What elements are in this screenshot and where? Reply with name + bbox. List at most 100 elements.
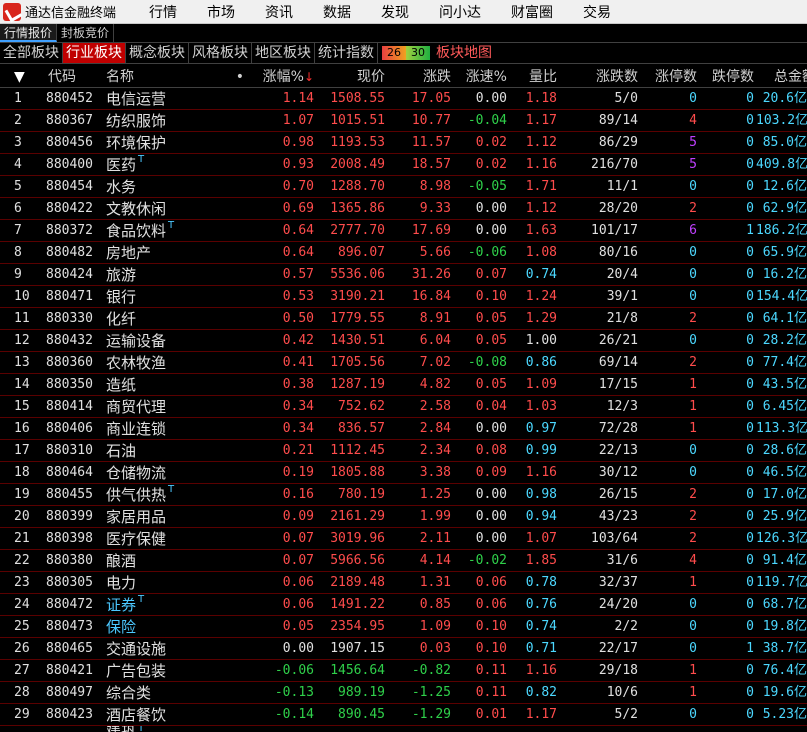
menu-data[interactable]: 数据 [308,2,366,22]
col-price[interactable]: 现价 [316,66,387,87]
row-name[interactable]: 交通设施 [102,638,248,659]
col-code[interactable]: 代码 [40,66,102,87]
row-name[interactable]: 酿酒 [102,550,248,571]
tab-all-boards[interactable]: 全部板块 [0,43,63,63]
table-row[interactable]: 18 880464 仓储物流 0.19 1805.88 3.38 0.09 1.16 30/12… [0,462,807,484]
row-name[interactable]: 运输设备 [102,330,248,351]
table-row[interactable]: 20 880399 家居用品 0.09 2161.29 1.99 0.00 0.94 43/23… [0,506,807,528]
row-limit-up-count: 1 [689,399,697,414]
up-down-legend[interactable]: 26 30 [382,43,430,63]
table-row[interactable]: 3 880456 环境保护 0.98 1193.53 11.57 0.02 1.12 86/29… [0,132,807,154]
row-name[interactable]: 化纤 [102,308,248,329]
row-name[interactable]: 医疗保健 [102,528,248,549]
row-change-pct: 0.06 [282,597,314,612]
col-total-amount[interactable]: 总金额 [756,66,807,87]
table-row[interactable]: 8 880482 房地产 0.64 896.07 5.66 -0.06 1.08 80/16 0 0… [0,242,807,264]
table-row[interactable]: 23 880305 电力 0.06 2189.48 1.31 0.06 0.78 32/37 1 0… [0,572,807,594]
row-name[interactable]: 食品饮料 T [102,220,248,241]
row-name[interactable]: 广告包装 [102,660,248,681]
table-row[interactable]: 29 880423 酒店餐饮 -0.14 890.45 -1.29 0.01 1.17 5/2 0… [0,704,807,726]
row-name[interactable]: 环境保护 [102,132,248,153]
row-name[interactable]: 石油 [102,440,248,461]
row-volume-ratio: 1.71 [525,179,557,194]
row-name[interactable]: 商贸代理 [102,396,248,417]
row-name[interactable]: 保险 [102,616,248,637]
table-row[interactable]: 6 880422 文教休闲 0.69 1365.86 9.33 0.00 1.12 28/20 2… [0,198,807,220]
sort-menu-icon[interactable]: ▼ [0,66,40,87]
table-row[interactable]: 12 880432 运输设备 0.42 1430.51 6.04 0.05 1.00 26/21… [0,330,807,352]
table-header: ▼ 代码 名称 • 涨幅%↓ 现价 涨跌 涨速% 量比 涨跌数 涨停数 跌停数 … [0,66,807,88]
row-name[interactable]: 电力 [102,572,248,593]
menu-market[interactable]: 市场 [192,2,250,22]
col-limit-down-count[interactable]: 跌停数 [699,66,756,87]
row-name[interactable]: 综合类 [102,682,248,703]
row-name[interactable]: 仓储物流 [102,462,248,483]
table-row[interactable]: 16 880406 商业连锁 0.34 836.57 2.84 0.00 0.97 72/28 1… [0,418,807,440]
tab-industry-boards[interactable]: 行业板块 [63,43,126,63]
table-row[interactable]: 2 880367 纺织服饰 1.07 1015.51 10.77 -0.04 1.17 89/1… [0,110,807,132]
col-volume-ratio[interactable]: 量比 [509,66,559,87]
col-change-pct[interactable]: 涨幅%↓ [248,66,316,87]
menu-wealth-circle[interactable]: 财富圈 [496,2,568,22]
table-row[interactable]: 28 880497 综合类 -0.13 989.19 -1.25 0.11 0.82 10/6 1… [0,682,807,704]
row-name[interactable]: 证券 T [102,594,248,615]
tab-region-boards[interactable]: 地区板块 [252,43,315,63]
col-name[interactable]: 名称 • [102,66,248,87]
row-change: 8.98 [419,179,451,194]
tab-concept-boards[interactable]: 概念板块 [126,43,189,63]
row-name[interactable]: 纺织服饰 [102,110,248,131]
row-name[interactable]: 农林牧渔 [102,352,248,373]
row-name[interactable]: 家居用品 [102,506,248,527]
table-row[interactable]: 19 880455 供气供热 T 0.16 780.19 1.25 0.00 0.98 26/15… [0,484,807,506]
row-name[interactable]: 水务 [102,176,248,197]
table-row[interactable]: 9 880424 旅游 0.57 5536.06 31.26 0.07 0.74 20/4 0 0 1… [0,264,807,286]
col-change[interactable]: 涨跌 [387,66,453,87]
tab-limit-auction[interactable]: 封板竞价 [57,24,115,42]
table-row[interactable]: 5 880454 水务 0.70 1288.70 8.98 -0.05 1.71 11/1 0 0 1… [0,176,807,198]
row-name[interactable]: 文教休闲 [102,198,248,219]
col-limit-up-count[interactable]: 涨停数 [642,66,699,87]
menu-discover[interactable]: 发现 [366,2,424,22]
tab-quote-list[interactable]: 行情报价 [0,24,58,42]
table-row[interactable]: 17 880310 石油 0.21 1112.45 2.34 0.08 0.99 22/13 0 0… [0,440,807,462]
table-row[interactable]: 26 880465 交通设施 0.00 1907.15 0.03 0.10 0.71 22/17… [0,638,807,660]
menu-trade[interactable]: 交易 [568,2,626,22]
menu-news[interactable]: 资讯 [250,2,308,22]
table-row[interactable]: 4 880400 医药 T 0.93 2008.49 18.57 0.02 1.16 216/70… [0,154,807,176]
table-row[interactable]: 15 880414 商贸代理 0.34 752.62 2.58 0.04 1.03 12/3 1 0… [0,396,807,418]
table-row[interactable]: 13 880360 农林牧渔 0.41 1705.56 7.02 -0.08 0.86 69/1… [0,352,807,374]
table-row[interactable]: 22 880380 酿酒 0.07 5966.56 4.14 -0.02 1.85 31/6 4 0… [0,550,807,572]
table-row[interactable]: 7 880372 食品饮料 T 0.64 2777.70 17.69 0.00 1.63 101/… [0,220,807,242]
row-name[interactable]: 建筑T [102,726,248,732]
row-speed: -0.08 [467,355,507,370]
menu-quotes[interactable]: 行情 [134,2,192,22]
table-row[interactable]: 10 880471 银行 0.53 3190.21 16.84 0.10 1.24 39/1 0 0… [0,286,807,308]
row-speed: 0.06 [475,575,507,590]
row-name[interactable]: 银行 [102,286,248,307]
table-row[interactable]: 14 880350 造纸 0.38 1287.19 4.82 0.05 1.09 17/15 1 0… [0,374,807,396]
board-map-link[interactable]: 板块地图 [436,43,492,63]
row-name[interactable]: 电信运营 [102,88,248,109]
col-speed[interactable]: 涨速% [453,66,509,87]
menu-ask[interactable]: 问小达 [424,2,496,22]
row-name[interactable]: 酒店餐饮 [102,704,248,725]
row-name[interactable]: 旅游 [102,264,248,285]
row-index: 17 [14,443,30,458]
row-name[interactable]: 造纸 [102,374,248,395]
tab-stat-index[interactable]: 统计指数 [315,43,378,63]
row-name[interactable]: 医药 T [102,154,248,175]
table-row[interactable]: 11 880330 化纤 0.50 1779.55 8.91 0.05 1.29 21/8 2 0 6… [0,308,807,330]
table-row[interactable]: 21 880398 医疗保健 0.07 3019.96 2.11 0.00 1.07 103/6… [0,528,807,550]
table-row[interactable]: 1 880452 电信运营 1.14 1508.55 17.05 0.00 1.18 5/0 0 0… [0,88,807,110]
table-row[interactable]: 24 880472 证券 T 0.06 1491.22 0.85 0.06 0.76 24/20 0… [0,594,807,616]
table-row[interactable]: 25 880473 保险 0.05 2354.95 1.09 0.10 0.74 2/2 0 0 19… [0,616,807,638]
row-name[interactable]: 商业连锁 [102,418,248,439]
tab-style-boards[interactable]: 风格板块 [189,43,252,63]
col-up-down-count[interactable]: 涨跌数 [559,66,642,87]
row-change: -1.25 [411,685,451,700]
row-name[interactable]: 房地产 [102,242,248,263]
table-row[interactable]: 27 880421 广告包装 -0.06 1456.64 -0.82 0.11 1.16 29/… [0,660,807,682]
row-change: 4.82 [419,377,451,392]
table-row-partial[interactable]: 建筑T [0,726,807,732]
row-name[interactable]: 供气供热 T [102,484,248,505]
